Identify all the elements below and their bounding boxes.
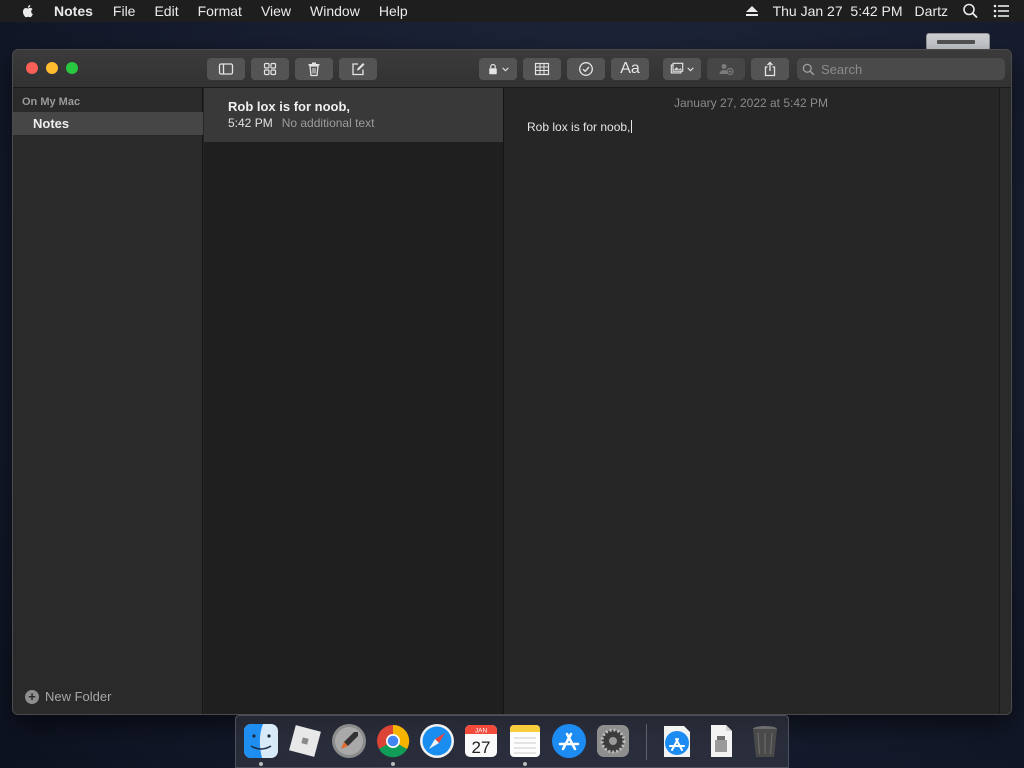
roblox-icon[interactable]	[286, 722, 324, 760]
calendar-icon[interactable]: JAN 27	[462, 722, 500, 760]
note-body-text: Rob lox is for noob,	[527, 120, 631, 134]
safari-icon[interactable]	[418, 722, 456, 760]
calendar-day: 27	[472, 738, 491, 757]
sidebar-icon	[218, 63, 234, 75]
trash-icon[interactable]	[746, 722, 784, 760]
notification-center-icon[interactable]	[993, 3, 1010, 19]
system-preferences-icon[interactable]	[594, 722, 632, 760]
notes-icon[interactable]	[506, 722, 544, 760]
sidebar-item-label: Notes	[33, 116, 70, 131]
photo-icon	[670, 62, 683, 74]
note-preview: No additional text	[281, 116, 375, 130]
menu-app-name[interactable]: Notes	[54, 3, 93, 19]
app-store-icon[interactable]	[550, 722, 588, 760]
sidebar-item-notes[interactable]: Notes	[13, 112, 203, 135]
dock-separator	[646, 724, 647, 760]
search-input[interactable]	[821, 61, 991, 77]
menu-window[interactable]: Window	[310, 3, 360, 19]
menu-view[interactable]: View	[261, 3, 291, 19]
toolbar: Aa	[13, 50, 1011, 88]
gallery-view-button[interactable]	[251, 58, 289, 80]
lock-menu-button[interactable]	[479, 58, 517, 80]
apple-icon[interactable]	[20, 3, 36, 19]
plus-circle-icon: +	[25, 689, 39, 704]
note-list: Rob lox is for noob, 5:42 PM No additiona…	[204, 88, 504, 714]
folders-sidebar: On My Mac Notes + New Folder	[13, 88, 203, 714]
dock: JAN 27	[235, 715, 789, 768]
note-title: Rob lox is for noob,	[228, 99, 351, 114]
chevron-down-icon	[686, 67, 694, 72]
menu-edit[interactable]: Edit	[154, 3, 178, 19]
app-store-downloads-icon[interactable]	[658, 722, 696, 760]
note-meta: 5:42 PM No additional text	[228, 116, 374, 130]
compose-icon	[352, 63, 365, 76]
menu-user[interactable]: Dartz	[915, 3, 948, 19]
format-button[interactable]: Aa	[611, 58, 649, 80]
format-label: Aa	[620, 60, 640, 77]
list-item[interactable]: Rob lox is for noob, 5:42 PM No additiona…	[204, 88, 503, 142]
menu-bar: Notes File Edit Format View Window Help …	[0, 0, 1024, 22]
lock-icon	[488, 63, 497, 75]
new-folder-label: New Folder	[45, 689, 112, 704]
search-icon	[802, 63, 815, 75]
share-icon	[764, 61, 776, 77]
search-field[interactable]	[797, 58, 1005, 80]
new-folder-button[interactable]: + New Folder	[25, 689, 111, 704]
text-cursor	[631, 120, 633, 133]
add-person-icon	[719, 64, 734, 76]
delete-button[interactable]	[295, 58, 333, 80]
checkmark-circle-icon	[579, 62, 593, 76]
running-indicator	[259, 762, 263, 766]
menu-clock[interactable]: Thu Jan 27 5:42 PM	[773, 3, 903, 19]
spotlight-search-icon[interactable]	[962, 3, 979, 19]
add-people-button[interactable]	[707, 58, 745, 80]
chevron-down-icon	[501, 67, 509, 72]
eject-icon[interactable]	[745, 5, 759, 17]
table-icon	[534, 62, 550, 76]
scrollbar[interactable]	[999, 88, 1011, 714]
note-body[interactable]: Rob lox is for noob,	[527, 120, 633, 134]
note-date: January 27, 2022 at 5:42 PM	[673, 96, 829, 110]
minimize-button[interactable]	[46, 62, 58, 74]
chrome-icon[interactable]	[374, 722, 412, 760]
grid-icon	[263, 62, 277, 76]
notes-window: Aa On My Mac Notes + New Folder Rob lo	[12, 49, 1012, 715]
calendar-month: JAN	[475, 728, 488, 735]
note-editor[interactable]: January 27, 2022 at 5:42 PM Rob lox is f…	[505, 88, 1011, 714]
launchpad-icon[interactable]	[330, 722, 368, 760]
menu-file[interactable]: File	[113, 3, 136, 19]
running-indicator	[391, 762, 395, 766]
checklist-button[interactable]	[567, 58, 605, 80]
document-icon[interactable]	[702, 722, 740, 760]
share-button[interactable]	[751, 58, 789, 80]
menu-format[interactable]: Format	[198, 3, 242, 19]
sidebar-section-header: On My Mac	[22, 96, 81, 108]
toggle-sidebar-button[interactable]	[207, 58, 245, 80]
note-time: 5:42 PM	[228, 116, 273, 130]
menu-help[interactable]: Help	[379, 3, 408, 19]
running-indicator	[523, 762, 527, 766]
table-button[interactable]	[523, 58, 561, 80]
new-note-button[interactable]	[339, 58, 377, 80]
zoom-button[interactable]	[66, 62, 78, 74]
trash-icon	[308, 62, 320, 77]
close-button[interactable]	[26, 62, 38, 74]
media-menu-button[interactable]	[663, 58, 701, 80]
finder-icon[interactable]	[242, 722, 280, 760]
